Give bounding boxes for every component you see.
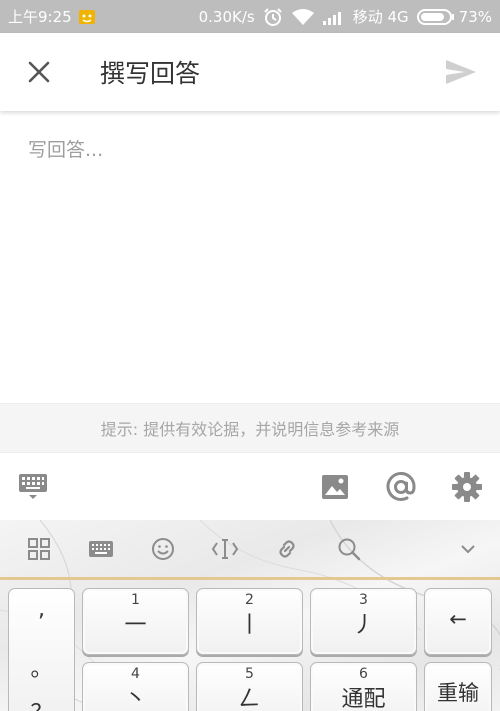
link-icon xyxy=(279,539,295,558)
stroke-key-1[interactable]: 1 一 xyxy=(82,588,189,655)
stroke-key-3[interactable]: 3 丿 xyxy=(310,588,417,655)
app-bar: 撰写回答 xyxy=(0,33,500,111)
signal-icon xyxy=(322,9,345,25)
backspace-icon: ← xyxy=(449,607,467,631)
key-glyph: 通配 xyxy=(341,687,386,711)
retype-key[interactable]: 重输 xyxy=(424,662,492,711)
ime-toolbar xyxy=(0,520,500,577)
hint-text: 提示: 提供有效论据，并说明信息参考来源 xyxy=(100,420,400,439)
send-icon xyxy=(446,60,476,84)
notification-app-icon xyxy=(78,8,96,26)
send-button[interactable] xyxy=(422,33,500,111)
battery-level: 73% xyxy=(458,7,492,26)
punct-period[interactable]: 。 xyxy=(9,651,74,683)
image-icon xyxy=(322,474,348,499)
answer-editor xyxy=(0,113,500,403)
status-bar: 上午9:25 0.30K/s 移动 4G 73% xyxy=(0,0,500,33)
ime-emoji-button[interactable] xyxy=(132,520,194,577)
status-time: 上午9:25 xyxy=(8,8,72,26)
stroke-key-2[interactable]: 2 丨 xyxy=(196,588,303,655)
key-number: 4 xyxy=(131,666,140,682)
battery-icon xyxy=(416,8,454,25)
retype-label: 重输 xyxy=(437,681,479,705)
key-number: 6 xyxy=(359,666,368,682)
key-glyph: 丨 xyxy=(238,613,261,638)
search-icon xyxy=(338,538,361,560)
wifi-icon xyxy=(291,8,315,26)
keyboard-toggle-button[interactable] xyxy=(0,453,66,520)
chevron-down-icon xyxy=(461,544,475,553)
key-glyph: 丶 xyxy=(124,687,147,711)
at-sign-icon xyxy=(386,471,416,501)
punct-comma[interactable]: , xyxy=(9,597,74,622)
mention-button[interactable] xyxy=(368,453,434,520)
ime-link-button[interactable] xyxy=(256,520,318,577)
alarm-icon xyxy=(263,7,283,27)
text-cursor-icon xyxy=(211,538,239,559)
backspace-key[interactable]: ← xyxy=(424,588,492,655)
ime-collapse-button[interactable] xyxy=(444,520,492,577)
network-speed: 0.30K/s xyxy=(198,7,255,26)
keyboard-icon xyxy=(19,473,47,499)
grid-icon xyxy=(28,537,50,560)
ime-keyboard-switch-button[interactable] xyxy=(70,520,132,577)
punct-question[interactable]: ？ xyxy=(9,695,74,711)
key-number: 1 xyxy=(131,592,140,608)
key-glyph: 一 xyxy=(124,613,147,638)
carrier-label: 移动 4G xyxy=(352,8,409,26)
settings-button[interactable] xyxy=(434,453,500,520)
ime-cursor-button[interactable] xyxy=(194,520,256,577)
keyboard-icon xyxy=(89,540,113,557)
key-glyph: 𠃋 xyxy=(238,687,261,711)
gear-icon xyxy=(452,471,482,502)
stroke-key-4[interactable]: 4 丶 xyxy=(82,662,189,711)
smiley-icon xyxy=(152,537,174,560)
key-number: 3 xyxy=(359,592,368,608)
key-number: 2 xyxy=(245,592,254,608)
hint-bar: 提示: 提供有效论据，并说明信息参考来源 xyxy=(0,403,500,453)
battery-indicator: 73% xyxy=(416,7,492,26)
stroke-key-5[interactable]: 5 𠃋 xyxy=(196,662,303,711)
insert-image-button[interactable] xyxy=(302,453,368,520)
answer-input[interactable] xyxy=(0,113,500,403)
key-glyph: 丿 xyxy=(352,613,375,638)
page-title: 撰写回答 xyxy=(100,59,201,88)
ime-search-button[interactable] xyxy=(318,520,380,577)
ime-menu-button[interactable] xyxy=(8,520,70,577)
punctuation-column[interactable]: , 。 ？ xyxy=(8,588,75,711)
ime-divider xyxy=(0,577,500,580)
editor-toolbar xyxy=(0,453,500,520)
close-button[interactable] xyxy=(0,33,78,111)
key-number: 5 xyxy=(245,666,254,682)
stroke-key-6[interactable]: 6 通配 xyxy=(310,662,417,711)
close-icon xyxy=(28,61,50,83)
